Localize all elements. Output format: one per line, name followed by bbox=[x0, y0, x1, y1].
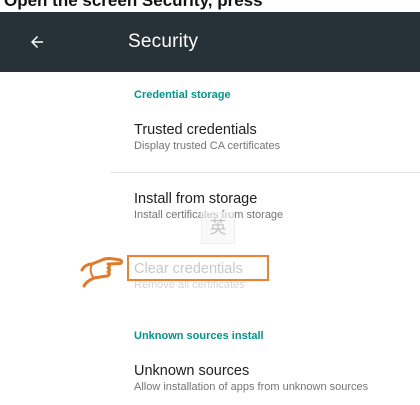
item-subtitle: Install certificates from storage bbox=[134, 209, 284, 221]
highlight-box bbox=[127, 255, 269, 281]
caption-text: Open the screen Security, press bbox=[4, 0, 263, 10]
list-item-unknown-sources[interactable]: Unknown sources Allow installation of ap… bbox=[134, 362, 420, 395]
section-header-credential-storage: Credential storage bbox=[134, 89, 231, 101]
item-subtitle: Allow installation of apps from unknown … bbox=[134, 381, 369, 393]
security-settings-screen: Open the screen Security, press Security… bbox=[0, 0, 420, 405]
pointing-hand-icon bbox=[80, 257, 123, 288]
toolbar: Security bbox=[0, 12, 420, 72]
item-title: Trusted credentials bbox=[134, 122, 257, 138]
caption-strip: Open the screen Security, press bbox=[0, 0, 420, 12]
page-title: Security bbox=[128, 31, 199, 52]
item-title: Install from storage bbox=[134, 191, 258, 207]
item-subtitle: Display trusted CA certificates bbox=[134, 140, 281, 152]
list-item-install-from-storage[interactable]: Install from storage Install certificate… bbox=[134, 190, 420, 223]
settings-list: Credential storage Trusted credentials D… bbox=[0, 72, 420, 405]
item-title: Unknown sources bbox=[134, 363, 250, 379]
section-header-unknown-sources: Unknown sources install bbox=[134, 330, 264, 342]
watermark-glyph: 英 bbox=[201, 212, 235, 244]
list-item-trusted-credentials[interactable]: Trusted credentials Display trusted CA c… bbox=[134, 121, 420, 154]
divider bbox=[110, 172, 420, 173]
back-button[interactable] bbox=[24, 29, 50, 55]
arrow-back-icon bbox=[31, 36, 43, 48]
